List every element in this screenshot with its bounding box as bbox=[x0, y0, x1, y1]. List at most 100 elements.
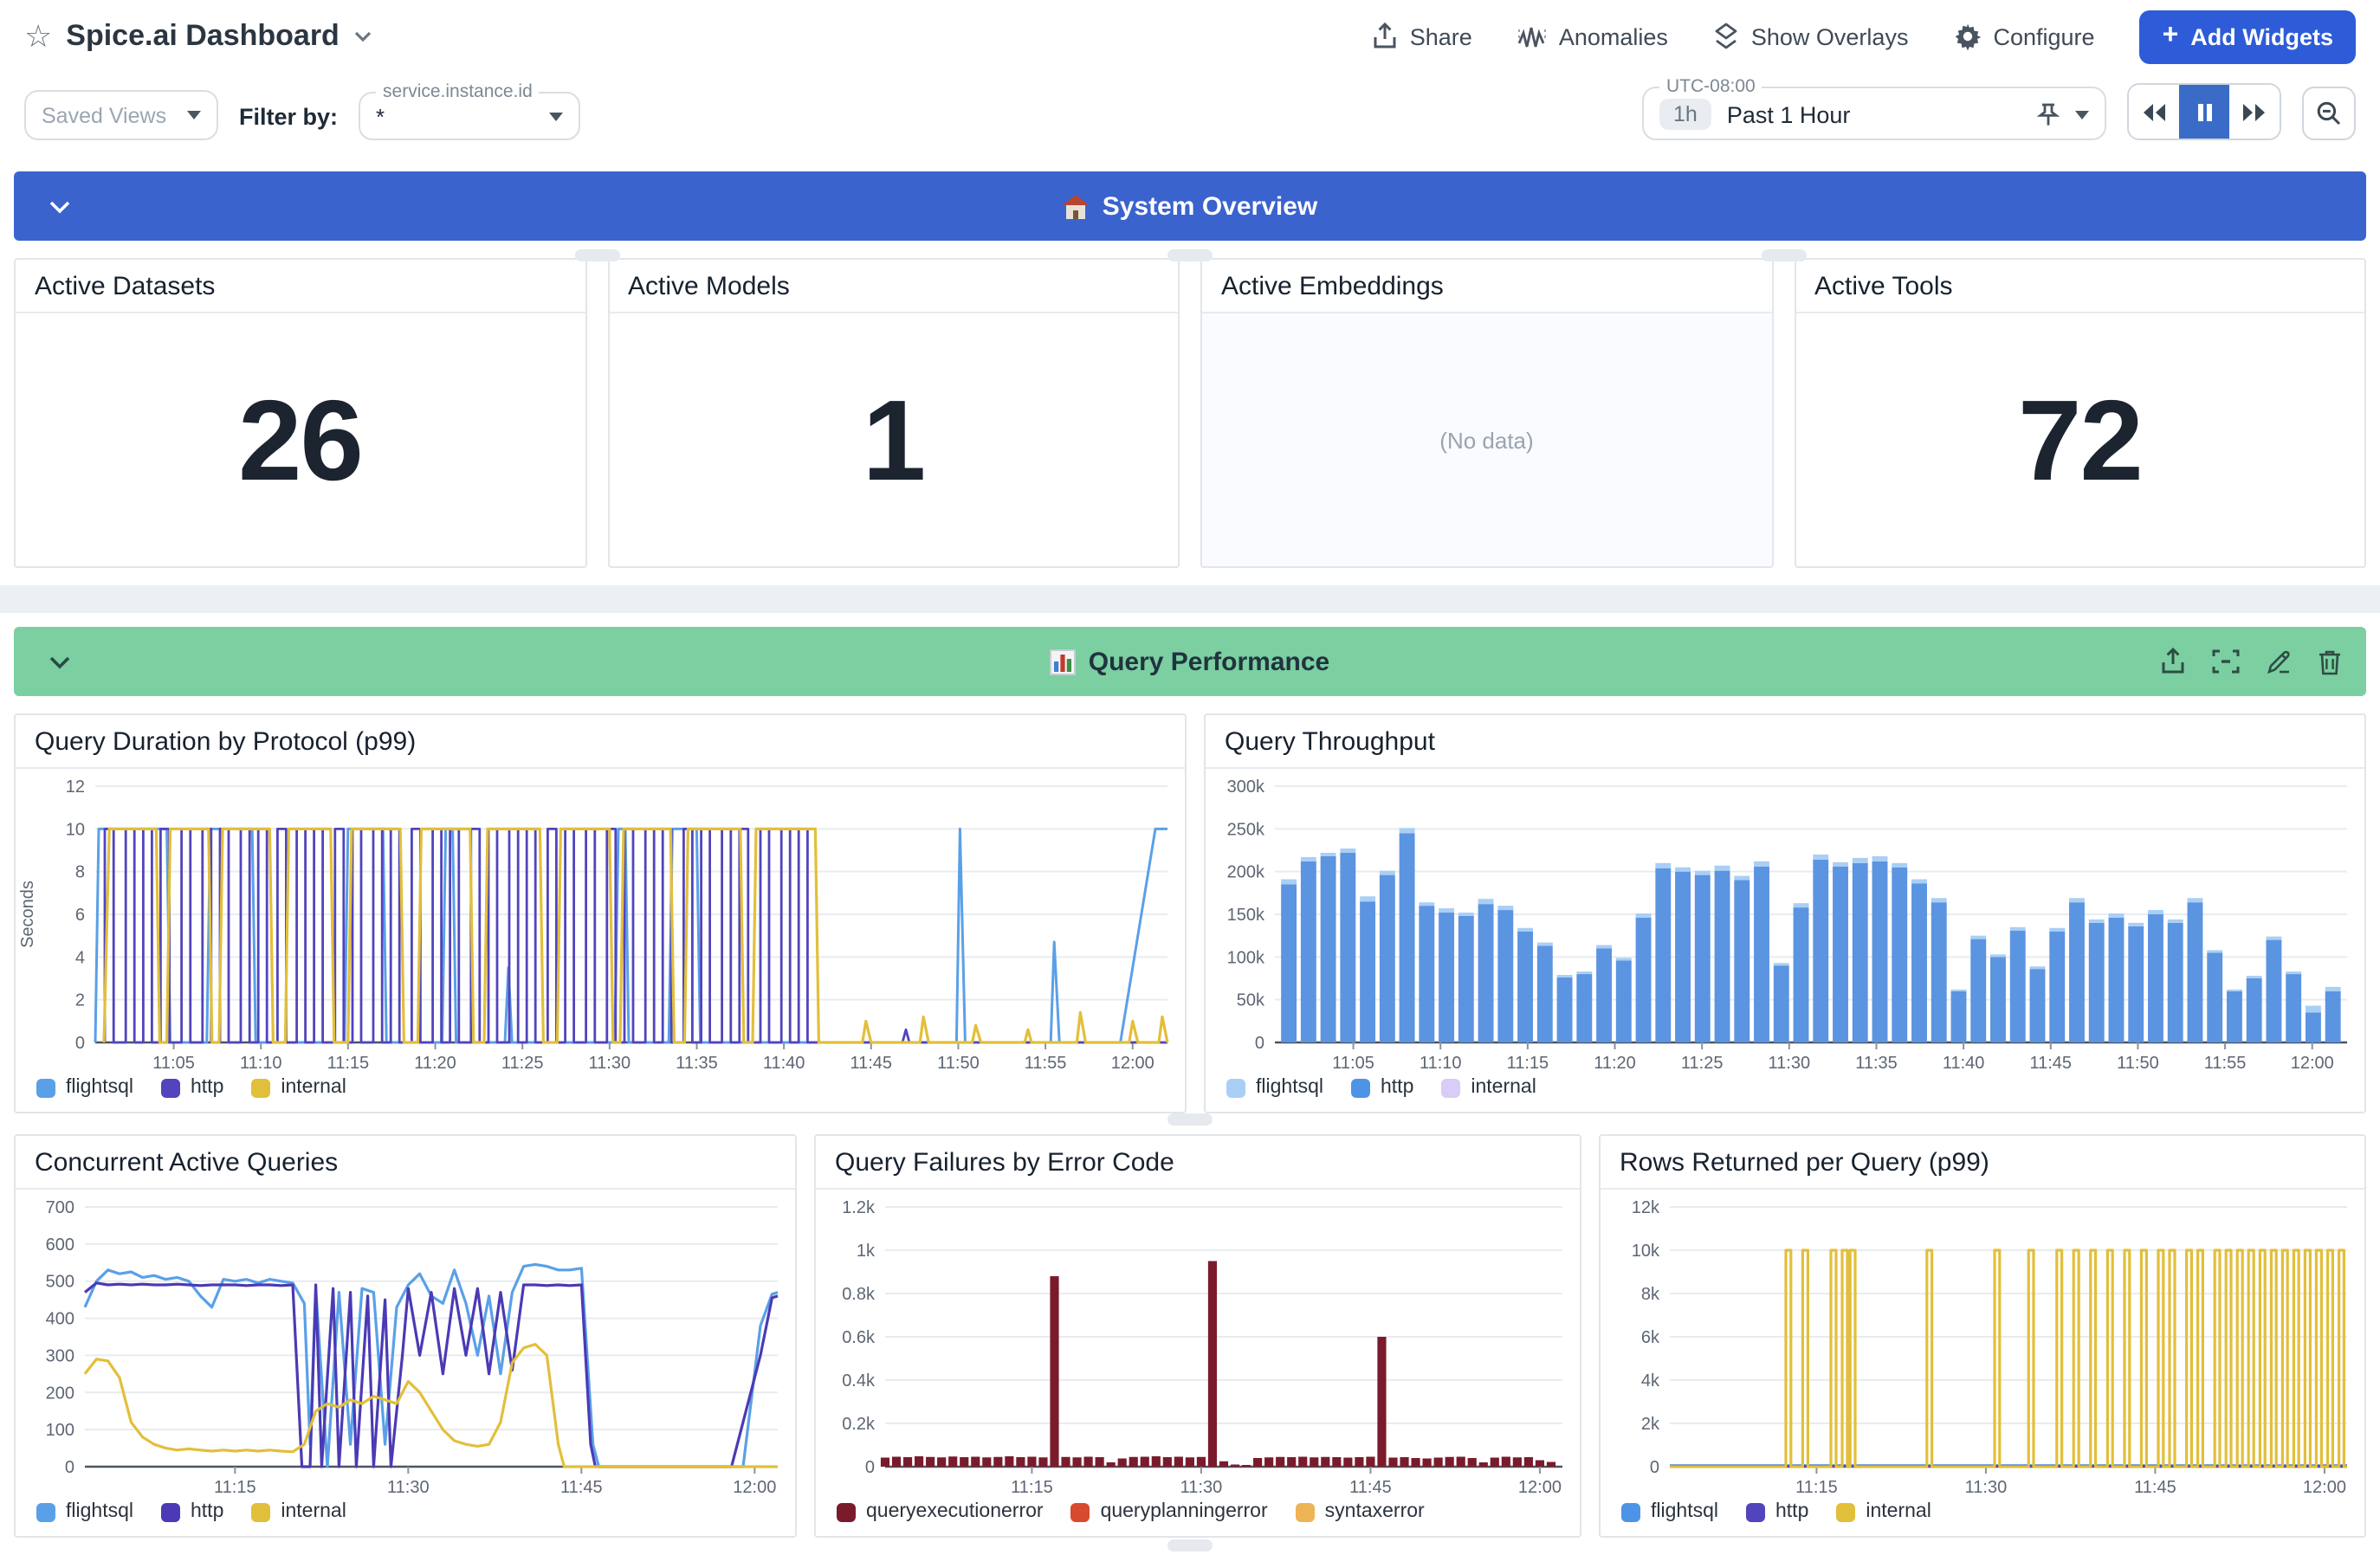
svg-text:12k: 12k bbox=[1632, 1198, 1660, 1217]
svg-text:0: 0 bbox=[865, 1458, 875, 1477]
service-instance-filter[interactable]: service.instance.id * bbox=[359, 81, 580, 140]
svg-text:0.2k: 0.2k bbox=[842, 1415, 876, 1434]
chart-legend: flightsql http internal bbox=[16, 1498, 795, 1536]
focus-widget-button[interactable] bbox=[2212, 648, 2240, 675]
top-area: ☆ Spice.ai Dashboard Share Anomalies Sho… bbox=[0, 0, 2380, 158]
legend-item-queryplanningerror[interactable]: queryplanningerror bbox=[1071, 1501, 1268, 1522]
resize-handle[interactable] bbox=[1167, 1113, 1213, 1126]
svg-text:11:50: 11:50 bbox=[937, 1054, 980, 1073]
favorite-star-icon[interactable]: ☆ bbox=[24, 21, 52, 52]
svg-text:11:30: 11:30 bbox=[589, 1054, 631, 1073]
legend-item-internal[interactable]: internal bbox=[251, 1501, 346, 1522]
section-query-performance: Query Performance Query Durati bbox=[0, 613, 2380, 1555]
legend-item-http[interactable]: http bbox=[1746, 1501, 1808, 1522]
time-range-picker[interactable]: UTC-08:00 1h Past 1 Hour bbox=[1642, 76, 2106, 140]
filter-value: * bbox=[376, 104, 535, 130]
step-forward-button[interactable] bbox=[2229, 85, 2280, 139]
configure-button[interactable]: Configure bbox=[1953, 23, 2094, 50]
legend-swatch bbox=[36, 1078, 55, 1097]
svg-text:11:20: 11:20 bbox=[1594, 1054, 1636, 1073]
rows-returned-chart: 02k4k6k8k10k12k11:1511:3011:4512:00 bbox=[1601, 1190, 2364, 1498]
title-dropdown-button[interactable] bbox=[353, 29, 372, 43]
pin-icon[interactable] bbox=[2037, 101, 2060, 127]
svg-text:11:35: 11:35 bbox=[676, 1054, 718, 1073]
add-widgets-button[interactable]: + Add Widgets bbox=[2140, 10, 2356, 63]
svg-text:10: 10 bbox=[66, 820, 85, 839]
chart-legend: flightsql http internal bbox=[16, 1074, 1185, 1112]
edit-icon bbox=[2266, 648, 2292, 674]
query-performance-banner: Query Performance bbox=[14, 627, 2366, 696]
svg-text:11:20: 11:20 bbox=[414, 1054, 456, 1073]
playback-controls bbox=[2127, 83, 2281, 140]
legend-item-flightsql[interactable]: flightsql bbox=[1621, 1501, 1718, 1522]
svg-text:10k: 10k bbox=[1632, 1242, 1660, 1261]
legend-swatch bbox=[1621, 1502, 1640, 1521]
edit-widget-button[interactable] bbox=[2266, 648, 2292, 675]
delete-widget-button[interactable] bbox=[2318, 648, 2342, 675]
svg-text:11:30: 11:30 bbox=[1180, 1478, 1223, 1497]
resize-handle[interactable] bbox=[1167, 249, 1213, 261]
stat-title: Active Datasets bbox=[16, 260, 585, 313]
svg-text:2k: 2k bbox=[1641, 1415, 1660, 1434]
anomalies-button[interactable]: Anomalies bbox=[1517, 23, 1668, 49]
legend-swatch bbox=[837, 1502, 856, 1521]
pause-button[interactable] bbox=[2179, 85, 2229, 139]
export-widget-button[interactable] bbox=[2160, 648, 2186, 675]
resize-handle[interactable] bbox=[574, 249, 619, 261]
svg-text:11:45: 11:45 bbox=[850, 1054, 892, 1073]
svg-text:1k: 1k bbox=[857, 1242, 876, 1261]
pause-icon bbox=[2196, 101, 2213, 122]
svg-text:0: 0 bbox=[75, 1034, 85, 1053]
share-button[interactable]: Share bbox=[1372, 23, 1472, 50]
svg-text:8k: 8k bbox=[1641, 1285, 1660, 1304]
legend-item-flightsql[interactable]: flightsql bbox=[36, 1501, 133, 1522]
legend-swatch bbox=[36, 1502, 55, 1521]
svg-text:12:00: 12:00 bbox=[1111, 1054, 1154, 1073]
chevron-down-icon bbox=[353, 29, 372, 43]
query-throughput-chart: 050k100k150k200k250k300k11:0511:1011:151… bbox=[1206, 769, 2364, 1074]
query-failures-chart: 00.2k0.4k0.6k0.8k1k1.2k11:1511:3011:4512… bbox=[816, 1190, 1580, 1498]
collapse-section-button[interactable] bbox=[42, 191, 78, 221]
legend-item-flightsql[interactable]: flightsql bbox=[1226, 1077, 1323, 1098]
legend-item-internal[interactable]: internal bbox=[1441, 1077, 1536, 1098]
svg-text:11:15: 11:15 bbox=[1011, 1478, 1053, 1497]
rewind-icon bbox=[2141, 101, 2167, 122]
chevron-down-icon bbox=[49, 654, 71, 669]
show-overlays-button[interactable]: Show Overlays bbox=[1713, 23, 1909, 50]
step-back-button[interactable] bbox=[2129, 85, 2179, 139]
resize-handle[interactable] bbox=[1761, 249, 1806, 261]
house-icon bbox=[1063, 193, 1090, 219]
saved-views-select[interactable]: Saved Views bbox=[24, 90, 218, 140]
legend-item-queryexecutionerror[interactable]: queryexecutionerror bbox=[837, 1501, 1044, 1522]
legend-swatch bbox=[1071, 1502, 1090, 1521]
resize-handle[interactable] bbox=[1167, 1539, 1213, 1552]
svg-text:250k: 250k bbox=[1227, 820, 1265, 839]
svg-text:0.4k: 0.4k bbox=[842, 1371, 876, 1390]
zoom-out-button[interactable] bbox=[2302, 87, 2356, 140]
legend-item-http[interactable]: http bbox=[1351, 1077, 1413, 1098]
legend-swatch bbox=[1351, 1078, 1370, 1097]
legend-item-http[interactable]: http bbox=[161, 1501, 223, 1522]
svg-text:6: 6 bbox=[75, 906, 85, 925]
svg-text:11:45: 11:45 bbox=[2134, 1478, 2176, 1497]
svg-text:100: 100 bbox=[46, 1421, 74, 1440]
legend-item-internal[interactable]: internal bbox=[1836, 1501, 1931, 1522]
stat-title: Active Tools bbox=[1795, 260, 2364, 313]
svg-text:11:45: 11:45 bbox=[1349, 1478, 1392, 1497]
svg-text:11:15: 11:15 bbox=[1795, 1478, 1838, 1497]
svg-text:11:40: 11:40 bbox=[1943, 1054, 1985, 1073]
section-title: Query Performance bbox=[1089, 647, 1329, 676]
legend-item-syntaxerror[interactable]: syntaxerror bbox=[1296, 1501, 1425, 1522]
legend-item-internal[interactable]: internal bbox=[251, 1077, 346, 1098]
svg-text:12:00: 12:00 bbox=[733, 1478, 776, 1497]
legend-item-http[interactable]: http bbox=[161, 1077, 223, 1098]
svg-text:11:30: 11:30 bbox=[387, 1478, 430, 1497]
stats-row: Active Datasets 26 Active Models 1 Activ… bbox=[14, 258, 2366, 568]
expand-icon bbox=[2212, 649, 2240, 674]
svg-text:100k: 100k bbox=[1227, 948, 1265, 967]
plus-icon: + bbox=[2163, 23, 2179, 50]
legend-item-flightsql[interactable]: flightsql bbox=[36, 1077, 133, 1098]
svg-text:Seconds: Seconds bbox=[18, 881, 37, 948]
svg-text:11:05: 11:05 bbox=[1332, 1054, 1374, 1073]
collapse-section-button[interactable] bbox=[42, 647, 78, 676]
